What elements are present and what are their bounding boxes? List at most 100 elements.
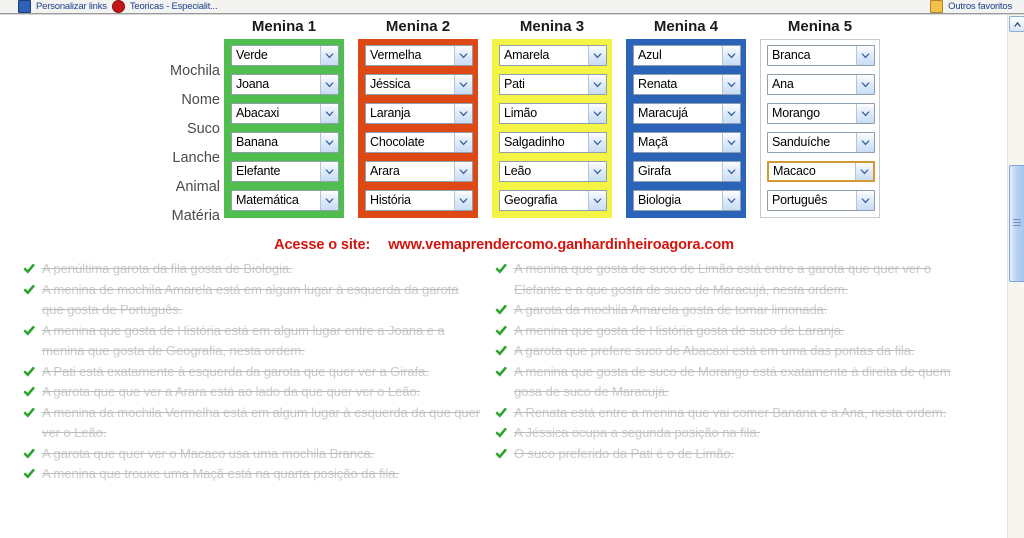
chevron-down-icon[interactable]	[856, 104, 874, 123]
clue-text: A menina que gosta de suco de Limão está…	[514, 261, 931, 297]
select-matéria-col4[interactable]: Biologia	[633, 190, 741, 211]
clue-text: A menina de mochila Amarela está em algu…	[42, 281, 459, 318]
scroll-up-icon[interactable]	[1009, 16, 1024, 32]
select-nome-col1[interactable]: Joana	[231, 74, 339, 95]
select-value: Pati	[504, 77, 525, 91]
select-animal-col5[interactable]: Macaco	[767, 161, 875, 182]
chevron-down-icon[interactable]	[722, 75, 740, 94]
vertical-scrollbar[interactable]	[1007, 15, 1024, 538]
bookmark-label-teoricas[interactable]: Teoricas - Especialit...	[130, 0, 218, 13]
chevron-down-icon[interactable]	[855, 163, 873, 180]
chevron-down-icon[interactable]	[856, 75, 874, 94]
column-body-2: Vermelha Jéssica Laranja Chocolate Arara Hist…	[358, 39, 478, 218]
chevron-down-icon[interactable]	[454, 133, 472, 152]
select-matéria-col2[interactable]: História	[365, 190, 473, 211]
record-red-icon	[111, 0, 125, 13]
select-animal-col4[interactable]: Girafa	[633, 161, 741, 182]
select-nome-col2[interactable]: Jéssica	[365, 74, 473, 95]
select-mochila-col1[interactable]: Verde	[231, 45, 339, 66]
chevron-down-icon[interactable]	[320, 104, 338, 123]
chevron-down-icon[interactable]	[454, 46, 472, 65]
chevron-down-icon[interactable]	[588, 162, 606, 181]
select-animal-col3[interactable]: Leão	[499, 161, 607, 182]
select-value: Português	[772, 193, 828, 207]
clue-item: A menina que gosta de História gosta de …	[494, 321, 964, 342]
folder-yellow-icon	[930, 0, 944, 13]
select-value: Jéssica	[370, 77, 411, 91]
green-check-icon	[22, 467, 36, 481]
select-matéria-col5[interactable]: Português	[767, 190, 875, 211]
select-suco-col5[interactable]: Morango	[767, 103, 875, 124]
select-matéria-col3[interactable]: Geografia	[499, 190, 607, 211]
chevron-down-icon[interactable]	[856, 133, 874, 152]
girl-column-3: Menina 3 Amarela Pati Limão Salgadinho Leão Ge…	[492, 15, 612, 218]
select-mochila-col3[interactable]: Amarela	[499, 45, 607, 66]
green-check-icon	[22, 447, 36, 461]
column-header-1: Menina 1	[251, 18, 317, 35]
chevron-down-icon[interactable]	[588, 191, 606, 210]
select-nome-col5[interactable]: Ana	[767, 74, 875, 95]
select-nome-col3[interactable]: Pati	[499, 74, 607, 95]
page-canvas: Mochila Nome Suco Lanche Animal Matéria Menin…	[0, 15, 1008, 538]
select-lanche-col5[interactable]: Sanduíche	[767, 132, 875, 153]
select-animal-col1[interactable]: Elefante	[231, 161, 339, 182]
chevron-down-icon[interactable]	[722, 191, 740, 210]
chevron-down-icon[interactable]	[588, 46, 606, 65]
chevron-down-icon[interactable]	[588, 75, 606, 94]
chevron-down-icon[interactable]	[320, 133, 338, 152]
clue-item: A garota que que ver a Arara está ao lad…	[22, 382, 482, 403]
chevron-down-icon[interactable]	[454, 191, 472, 210]
select-value: Abacaxi	[236, 106, 280, 120]
clue-item: A garota que prefere suco de Abacaxi est…	[494, 341, 964, 362]
chevron-down-icon[interactable]	[454, 162, 472, 181]
select-value: Girafa	[638, 164, 671, 178]
select-value: Joana	[236, 77, 270, 91]
select-lanche-col3[interactable]: Salgadinho	[499, 132, 607, 153]
chevron-down-icon[interactable]	[722, 46, 740, 65]
select-suco-col2[interactable]: Laranja	[365, 103, 473, 124]
window-blue-icon	[18, 0, 31, 13]
girl-column-1: Menina 1 Verde Joana Abacaxi Banana Elefante M…	[224, 15, 344, 218]
select-mochila-col5[interactable]: Branca	[767, 45, 875, 66]
green-check-icon	[494, 447, 508, 461]
chevron-down-icon[interactable]	[454, 75, 472, 94]
clue-text: A menina da mochila Vermelha está em alg…	[42, 404, 481, 441]
girl-column-2: Menina 2 Vermelha Jéssica Laranja Chocolate A…	[358, 15, 478, 218]
clue-item: A menina que gosta de suco de Morango es…	[494, 362, 964, 403]
select-lanche-col2[interactable]: Chocolate	[365, 132, 473, 153]
chevron-down-icon[interactable]	[320, 191, 338, 210]
chevron-down-icon[interactable]	[722, 104, 740, 123]
select-matéria-col1[interactable]: Matemática	[231, 190, 339, 211]
select-lanche-col4[interactable]: Maçã	[633, 132, 741, 153]
clue-item: A Jéssica ocupa a segunda posição na fil…	[494, 423, 964, 444]
scrollbar-thumb[interactable]	[1009, 165, 1024, 282]
bookmarks-bar-left: Personalizar links Teoricas - Especialit…	[18, 0, 218, 13]
chevron-down-icon[interactable]	[588, 104, 606, 123]
column-header-3: Menina 3	[519, 18, 585, 35]
site-promo-url[interactable]: www.vemaprendercomo.ganhardinheiroagora.…	[388, 237, 734, 253]
chevron-down-icon[interactable]	[722, 162, 740, 181]
chevron-down-icon[interactable]	[856, 46, 874, 65]
chevron-down-icon[interactable]	[856, 191, 874, 210]
select-suco-col3[interactable]: Limão	[499, 103, 607, 124]
select-value: Verde	[236, 48, 268, 62]
chevron-down-icon[interactable]	[722, 133, 740, 152]
chevron-down-icon[interactable]	[320, 75, 338, 94]
chevron-down-icon[interactable]	[588, 133, 606, 152]
select-nome-col4[interactable]: Renata	[633, 74, 741, 95]
select-value: Elefante	[236, 164, 281, 178]
bookmark-label-outros-favoritos[interactable]: Outros favoritos	[948, 0, 1012, 13]
bookmark-label-personalizar[interactable]: Personalizar links	[36, 0, 107, 13]
clue-text: A menina que gosta de História gosta de …	[514, 322, 845, 338]
select-mochila-col2[interactable]: Vermelha	[365, 45, 473, 66]
select-lanche-col1[interactable]: Banana	[231, 132, 339, 153]
green-check-icon	[22, 324, 36, 338]
chevron-down-icon[interactable]	[320, 46, 338, 65]
chevron-down-icon[interactable]	[320, 162, 338, 181]
select-suco-col1[interactable]: Abacaxi	[231, 103, 339, 124]
select-value: Matemática	[236, 193, 299, 207]
chevron-down-icon[interactable]	[454, 104, 472, 123]
select-suco-col4[interactable]: Maracujá	[633, 103, 741, 124]
select-animal-col2[interactable]: Arara	[365, 161, 473, 182]
select-mochila-col4[interactable]: Azul	[633, 45, 741, 66]
